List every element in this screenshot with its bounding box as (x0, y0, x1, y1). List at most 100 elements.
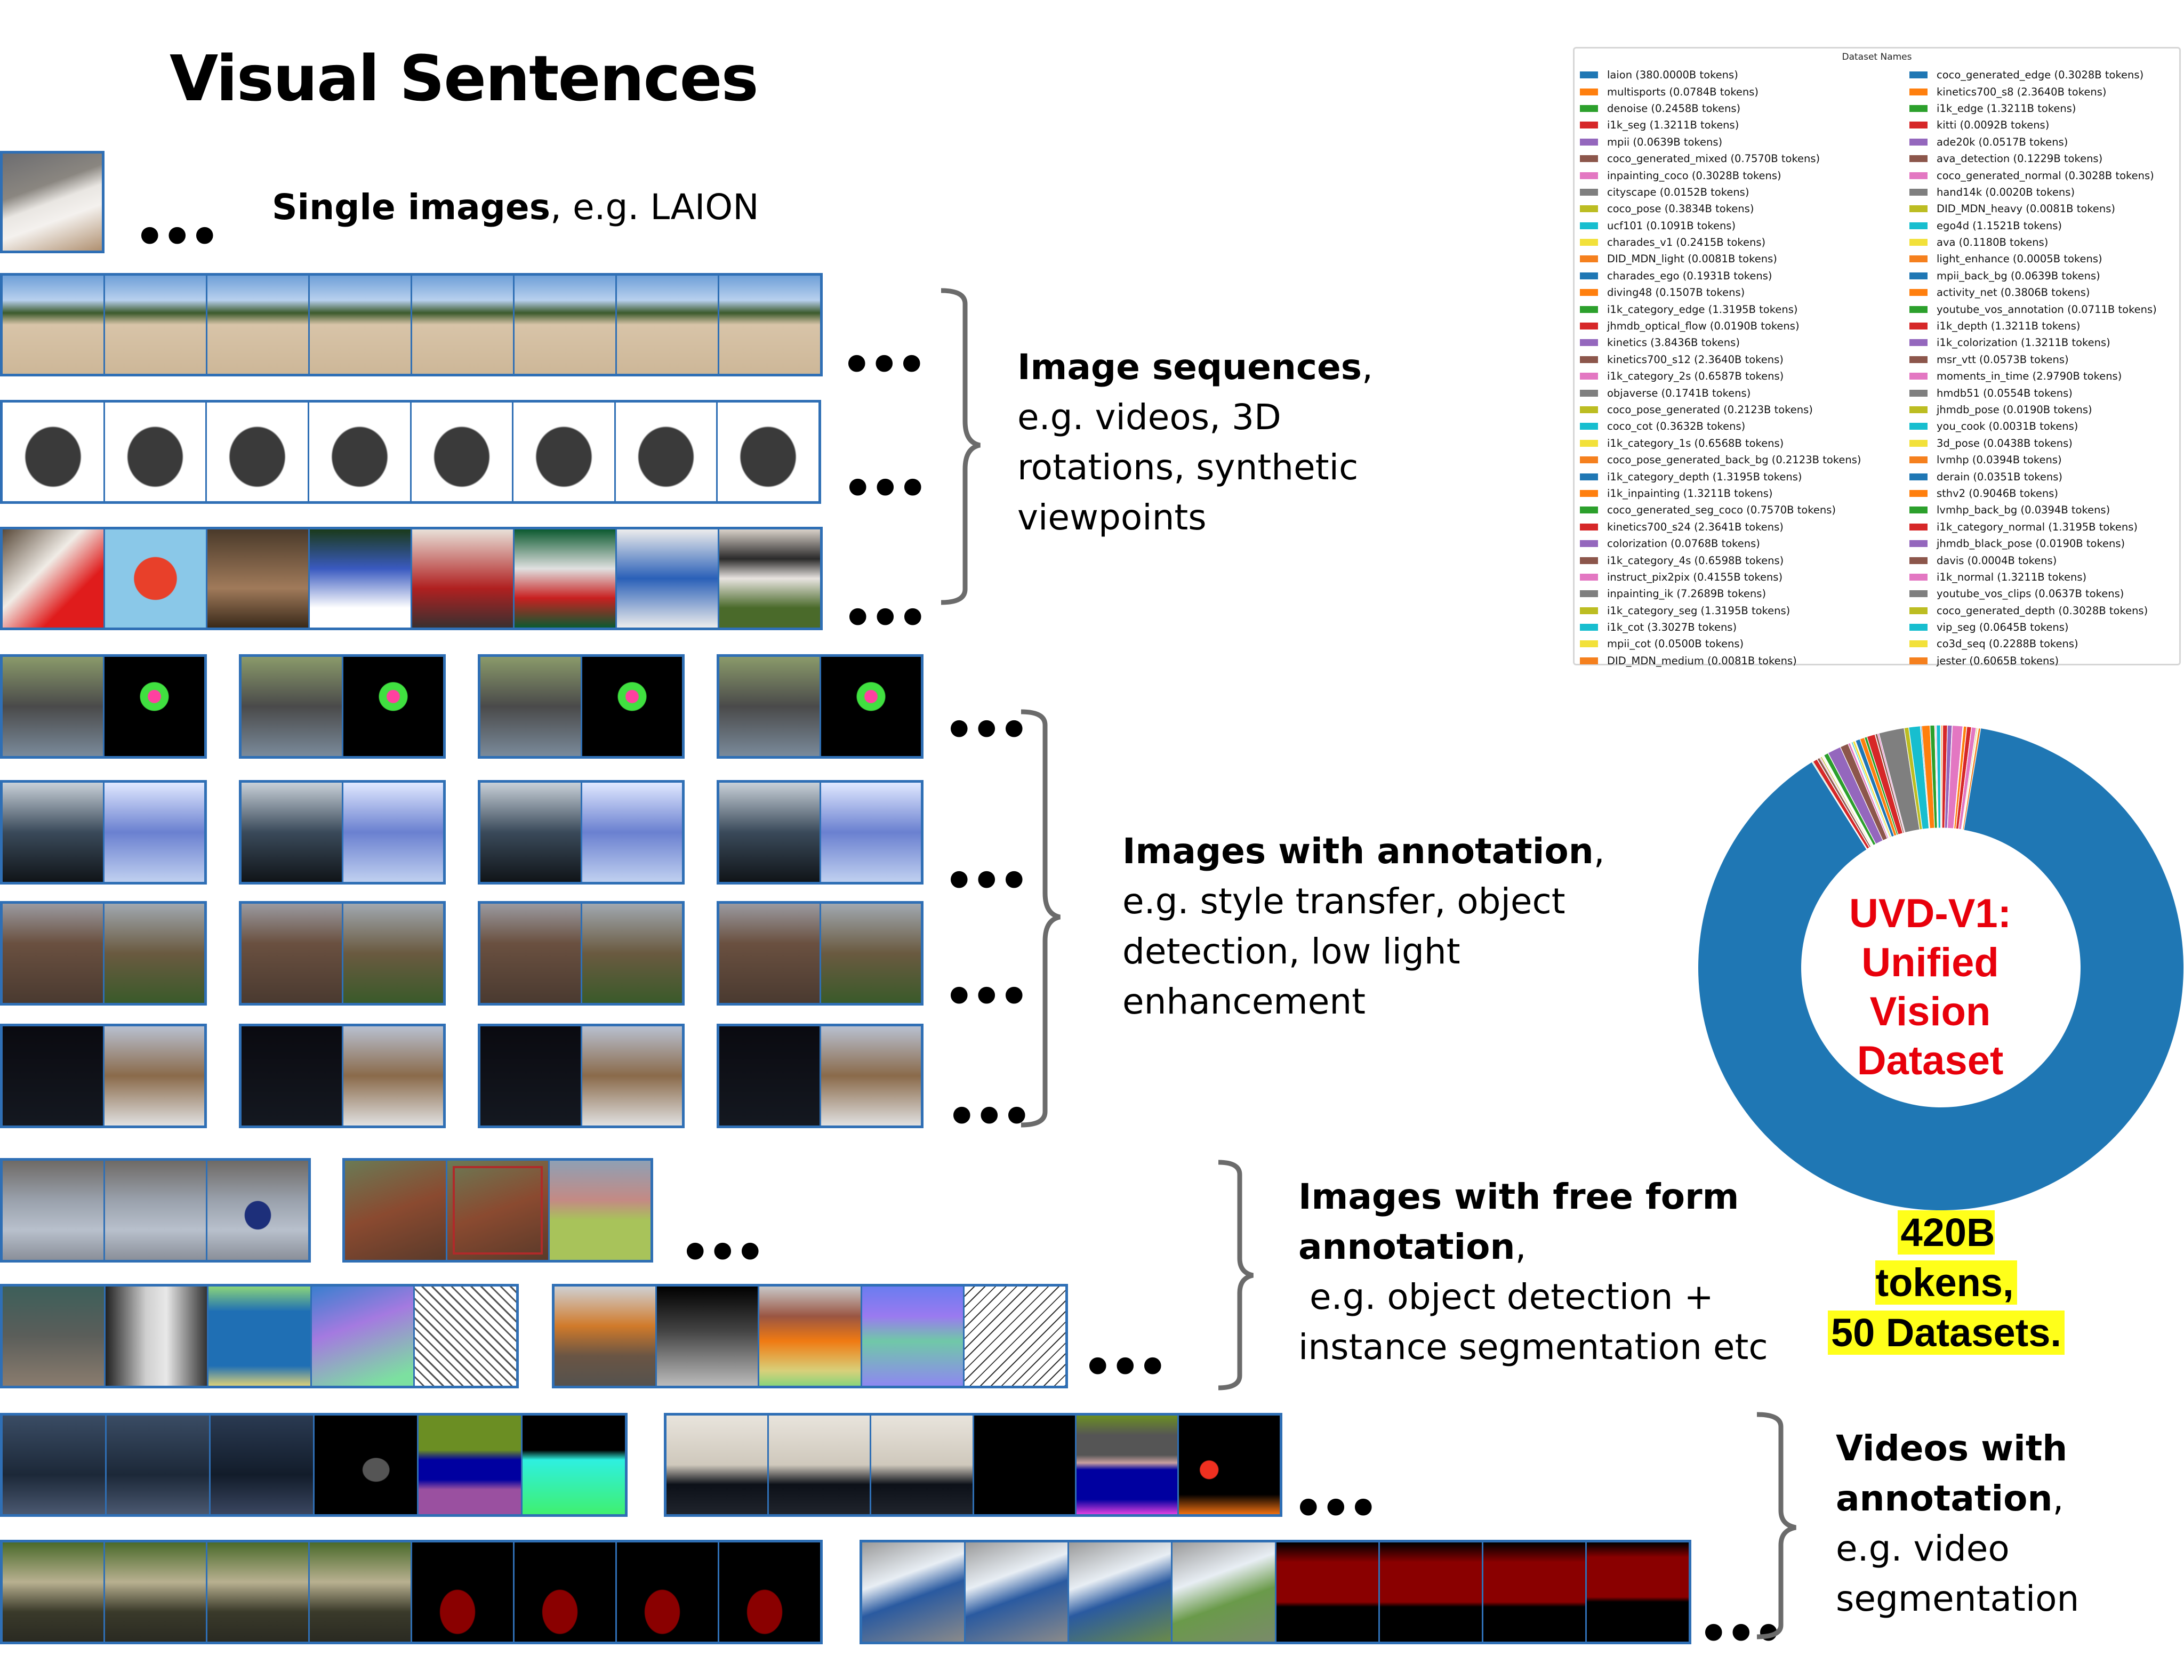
video-strip-car (0, 1413, 628, 1517)
legend-item: coco_cot (0.3632B tokens) (1580, 418, 1861, 435)
legend-label: derain (0.0351B tokens) (1937, 470, 2063, 483)
annotation-pair (0, 1024, 207, 1128)
legend-item: ava_detection (0.1229B tokens) (1909, 150, 2157, 167)
thumbnail (104, 1026, 204, 1126)
legend-item: kinetics700_s24 (2.3641B tokens) (1580, 519, 1861, 535)
legend-swatch (1580, 205, 1598, 213)
caption-text: instance segmentation etc (1298, 1327, 1768, 1368)
legend-swatch (1909, 557, 1928, 564)
legend-swatch (1580, 489, 1598, 497)
thumbnail (759, 1287, 861, 1386)
thumbnail (242, 783, 342, 882)
legend-item: charades_ego (0.1931B tokens) (1580, 268, 1861, 284)
legend-label: coco_cot (0.3632B tokens) (1607, 420, 1746, 433)
thumbnail (523, 1416, 625, 1514)
thumbnail (1173, 1542, 1275, 1642)
legend-item: hmdb51 (0.0554B tokens) (1909, 384, 2157, 401)
caption-bold: annotation (1836, 1478, 2053, 1519)
annotation-pair (478, 901, 685, 1006)
thumbnail (480, 904, 581, 1003)
legend-label: youtube_vos_clips (0.0637B tokens) (1937, 588, 2124, 600)
legend-swatch (1580, 306, 1598, 313)
thumbnail (412, 1542, 513, 1642)
legend-swatch (1909, 356, 1928, 363)
thumbnail (3, 1026, 103, 1126)
caption-text: detection, low light (1122, 931, 1460, 972)
caption-bold: Images with free form (1298, 1176, 1739, 1217)
caption-bold: Videos with (1836, 1428, 2068, 1469)
thumbnail (419, 1416, 521, 1514)
thumbnail (862, 1542, 965, 1642)
legend-swatch (1909, 624, 1928, 631)
thumbnail (1069, 1542, 1171, 1642)
thumb-single-cat (0, 151, 105, 253)
legend-label: jester (0.6065B tokens) (1937, 654, 2059, 667)
legend-item: msr_vtt (0.0573B tokens) (1909, 351, 2157, 368)
legend-swatch (1909, 439, 1928, 447)
legend-swatch (1909, 456, 1928, 464)
legend-swatch (1580, 239, 1598, 246)
legend-swatch (1909, 389, 1928, 397)
annotation-pair (0, 901, 207, 1006)
summary-tokens: 420B tokens, (1875, 1210, 2017, 1305)
thumbnail (309, 403, 410, 501)
legend-swatch (1580, 523, 1598, 530)
legend-swatch (1909, 306, 1928, 313)
legend-item: i1k_category_seg (1.3195B tokens) (1580, 602, 1861, 619)
legend-swatch (1580, 573, 1598, 581)
legend-swatch (1909, 406, 1928, 413)
thumbnail (974, 1416, 1075, 1514)
legend-swatch (1580, 272, 1598, 279)
legend-swatch (1909, 255, 1928, 263)
thumbnail (862, 1287, 963, 1386)
legend-label: objaverse (0.1741B tokens) (1607, 387, 1751, 399)
legend-swatch (1580, 289, 1598, 296)
caption-text: e.g. style transfer, object (1122, 881, 1565, 922)
legend-label: i1k_category_normal (1.3195B tokens) (1937, 520, 2138, 533)
annotation-pair (239, 901, 446, 1006)
caption-videos-with-annotation: Videos with annotation, e.g. video segme… (1836, 1424, 2079, 1624)
thumbnail (3, 1542, 103, 1642)
ellipsis: ••• (944, 969, 1030, 1025)
thumbnail (105, 1161, 206, 1260)
legend-label: coco_generated_seg_coco (0.7570B tokens) (1607, 504, 1836, 517)
chart-legend: Dataset Names laion (380.0000B tokens) mu… (1573, 47, 2181, 667)
legend-label: coco_generated_mixed (0.7570B tokens) (1607, 152, 1820, 165)
legend-item: jhmdb_black_pose (0.0190B tokens) (1909, 535, 2157, 552)
thumbnail (3, 1416, 105, 1514)
caption-text: , (2052, 1478, 2064, 1519)
legend-swatch (1909, 573, 1928, 581)
thumbnail (412, 276, 513, 374)
legend-label: i1k_category_2s (0.6587B tokens) (1607, 370, 1784, 383)
thumbnail (821, 783, 921, 882)
legend-label: charades_v1 (0.2415B tokens) (1607, 236, 1766, 249)
legend-swatch (1909, 239, 1928, 246)
thumbnail (242, 1026, 342, 1126)
annotation-pair (717, 654, 924, 759)
thumbnail (3, 1161, 103, 1260)
legend-swatch (1909, 607, 1928, 614)
legend-item: i1k_normal (1.3211B tokens) (1909, 569, 2157, 585)
legend-swatch (1580, 557, 1598, 564)
legend-column: coco_generated_edge (0.3028B tokens) kine… (1909, 67, 2157, 669)
legend-label: inpainting_coco (0.3028B tokens) (1607, 169, 1781, 182)
thumbnail (104, 783, 204, 882)
legend-label: kinetics700_s24 (2.3641B tokens) (1607, 520, 1784, 533)
thumbnail (343, 783, 443, 882)
annotation-pair (478, 780, 685, 885)
legend-item: coco_generated_normal (0.3028B tokens) (1909, 167, 2157, 183)
legend-label: coco_generated_normal (0.3028B tokens) (1937, 169, 2154, 182)
legend-label: DID_MDN_medium (0.0081B tokens) (1607, 654, 1797, 667)
thumbnail (719, 276, 820, 374)
caption-text: viewpoints (1017, 497, 1207, 538)
legend-swatch (1580, 172, 1598, 179)
legend-swatch (1580, 323, 1598, 330)
legend-label: i1k_category_depth (1.3195B tokens) (1607, 470, 1802, 483)
donut-center-label: UVD-V1: Unified Vision Dataset (1802, 889, 2058, 1086)
legend-swatch (1580, 339, 1598, 347)
thumbnail (1586, 1542, 1689, 1642)
annotation-pair (717, 901, 924, 1006)
legend-swatch (1909, 323, 1928, 330)
legend-item: coco_pose_generated (0.2123B tokens) (1580, 401, 1861, 418)
legend-swatch (1909, 155, 1928, 163)
